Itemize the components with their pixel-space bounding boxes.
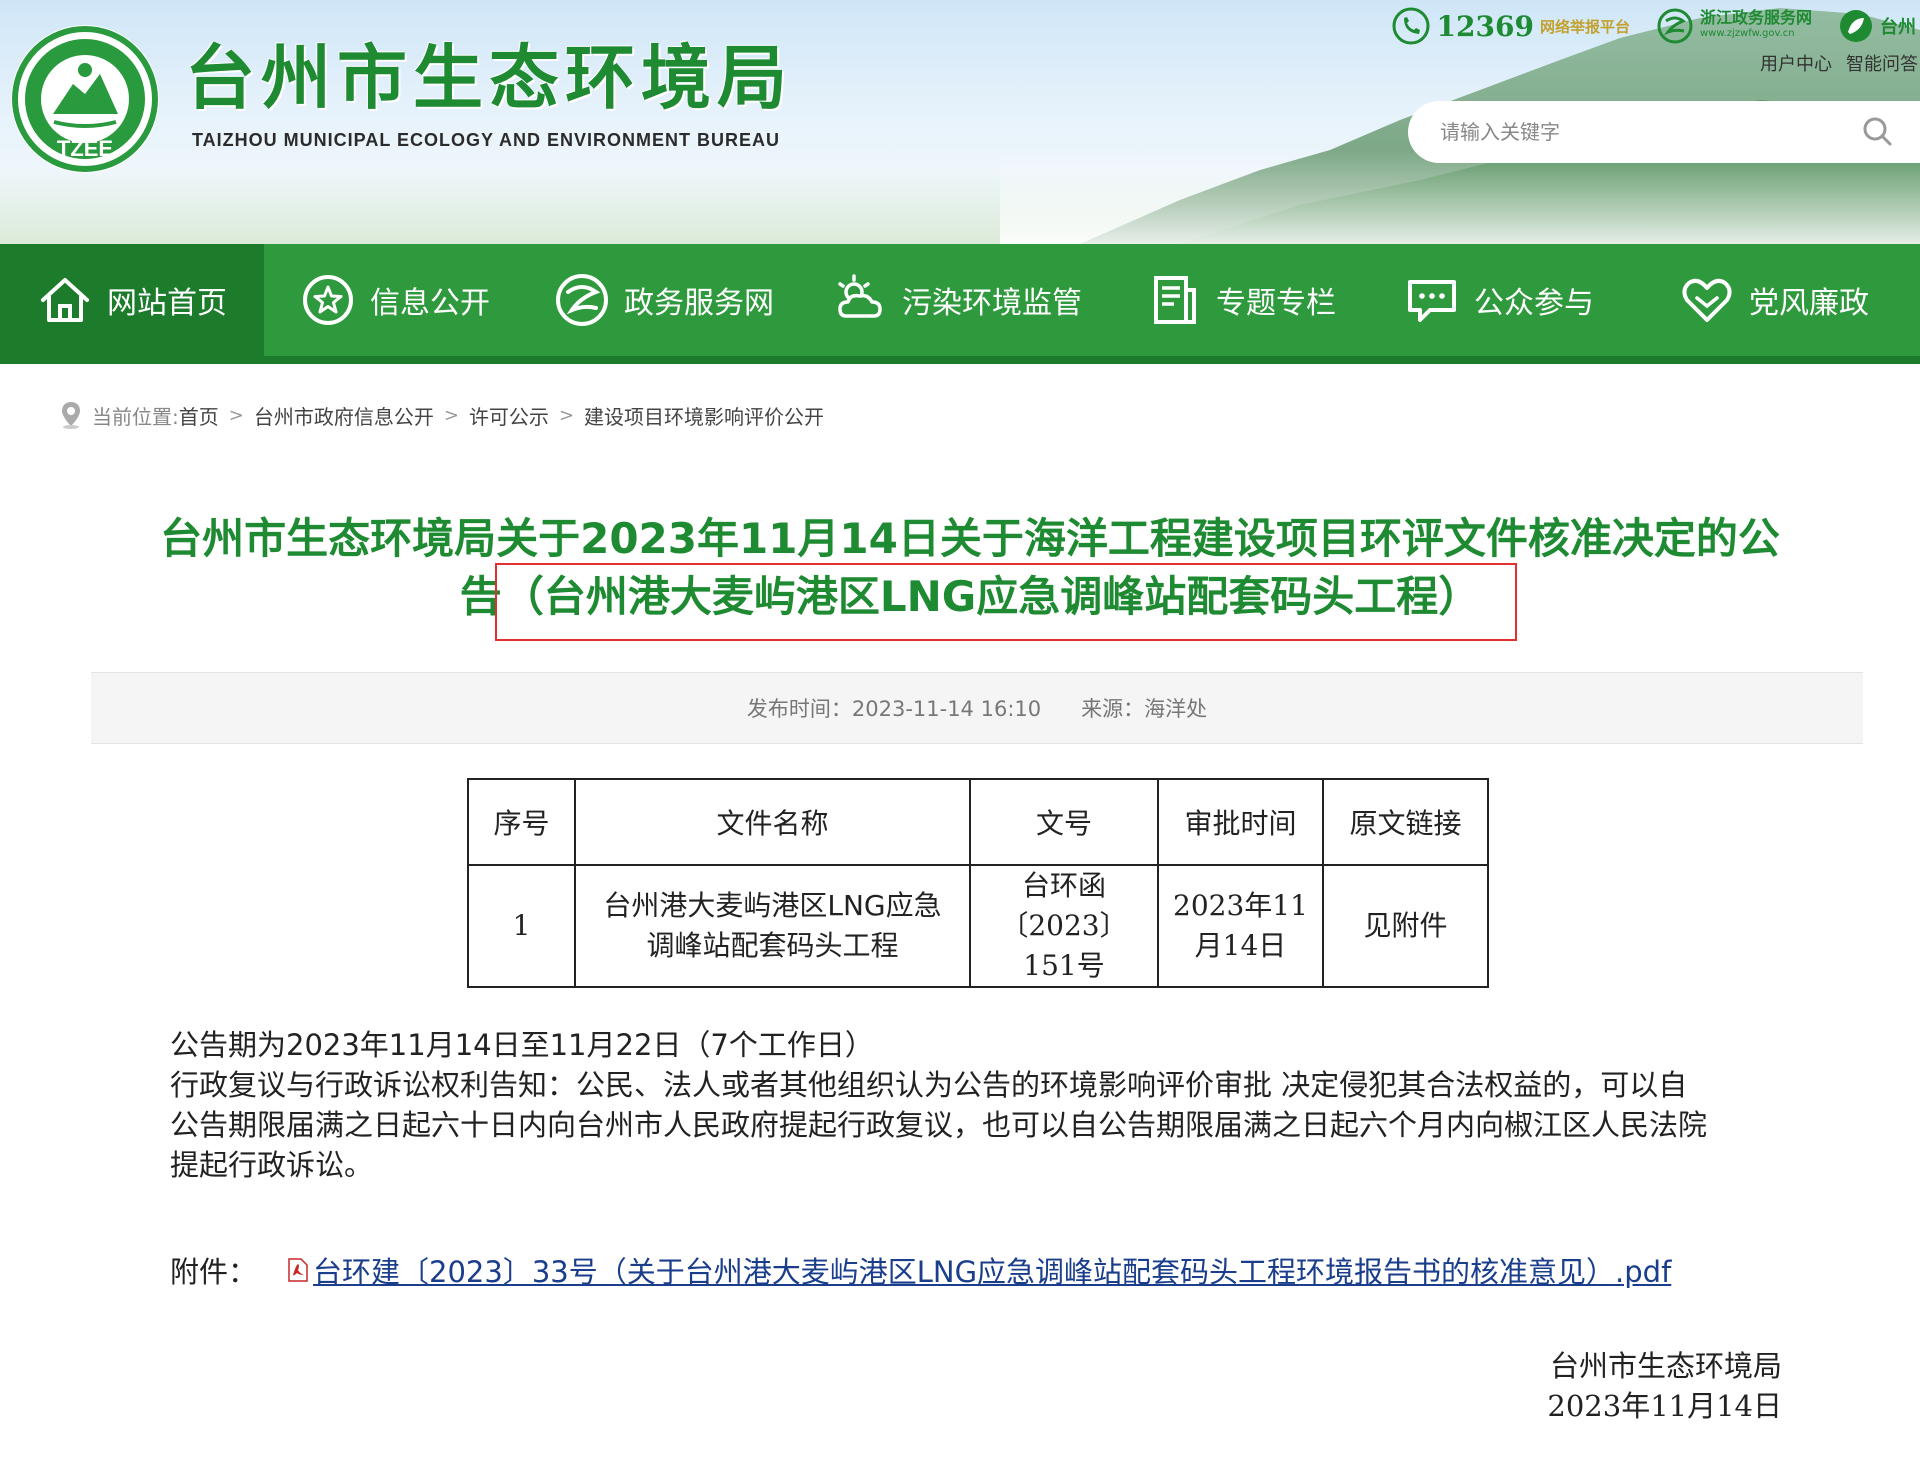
phone-icon <box>1392 7 1430 45</box>
rights-notice: 提起行政诉讼。 <box>170 1148 374 1182</box>
table-row: 1 台州港大麦屿港区LNG应急 调峰站配套码头工程 台环函 〔2023〕 151… <box>467 864 1489 988</box>
location-pin-icon <box>62 402 80 429</box>
table-header-row: 序号 文件名称 文号 审批时间 原文链接 <box>467 778 1489 866</box>
site-header: TZEE 台州市生态环境局 TAIZHOU MUNICIPAL ECOLOGY … <box>0 0 1920 244</box>
rights-notice: 行政复议与行政诉讼权利告知：公民、法人或者其他组织认为公告的环境影响评价审批 决… <box>170 1068 1688 1102</box>
cell-index: 1 <box>467 864 576 988</box>
zj-service-icon <box>1657 8 1693 44</box>
smart-qa-link[interactable]: 智能问答 <box>1846 50 1918 76</box>
cell-original-link: 见附件 <box>1322 864 1489 988</box>
user-center-link[interactable]: 用户中心 <box>1760 50 1832 76</box>
document-icon <box>1154 276 1196 324</box>
cell-file-name: 台州港大麦屿港区LNG应急 调峰站配套码头工程 <box>574 864 971 988</box>
hotline-12369-link[interactable]: 12369 网络举报平台 <box>1391 6 1630 46</box>
breadcrumb-eia-disclosure[interactable]: 建设项目环境影响评价公开 <box>584 401 824 430</box>
search-icon[interactable] <box>1860 114 1896 150</box>
taizhou-leaf-icon <box>1840 10 1872 42</box>
nav-item-home[interactable]: 网站首页 <box>0 244 264 356</box>
chat-icon <box>1408 280 1456 322</box>
notice-period: 公告期为2023年11月14日至11月22日（7个工作日） <box>170 1028 874 1062</box>
signature: 台州市生态环境局 2023年11月14日 <box>1547 1346 1782 1426</box>
top-links: 12369 网络举报平台 浙江政务服务网 www.zjzwfw.gov.cn 台… <box>1391 6 1920 46</box>
breadcrumb-label: 当前位置: <box>92 404 179 429</box>
site-title: 台州市生态环境局 <box>185 37 793 119</box>
pdf-icon <box>288 1258 308 1282</box>
taizhou-link[interactable]: 台州 <box>1838 8 1916 44</box>
nav-item-party-integrity[interactable]: 党风廉政 <box>1628 244 1920 356</box>
column-header: 文号 <box>969 778 1159 866</box>
svg-text:TZEE: TZEE <box>57 136 113 161</box>
sun-cloud-icon <box>838 274 882 318</box>
search-box <box>1408 101 1920 163</box>
breadcrumb-separator: > <box>228 404 244 426</box>
breadcrumb-separator: > <box>558 404 575 426</box>
attachment-pdf-link[interactable]: 台环建〔2023〕33号（关于台州港大麦屿港区LNG应急调峰站配套码头工程环境报… <box>313 1249 1671 1291</box>
column-header: 文件名称 <box>574 778 971 866</box>
zj-service-link[interactable]: 浙江政务服务网 www.zjzwfw.gov.cn <box>1656 7 1812 45</box>
publish-time: 发布时间：2023-11-14 16:10 <box>746 697 1042 721</box>
heart-icon <box>1682 278 1732 322</box>
breadcrumb: 当前位置: 首页 > 台州市政府信息公开 > 许可公示 > 建设项目环境影响评价… <box>58 400 824 430</box>
nav-item-special-topics[interactable]: 专题专栏 <box>1112 244 1370 356</box>
bureau-logo[interactable]: TZEE <box>8 22 162 176</box>
article-meta: 发布时间：2023-11-14 16:10 来源：海洋处 <box>91 672 1863 744</box>
breadcrumb-home[interactable]: 首页 <box>179 401 219 430</box>
signature-date: 2023年11月14日 <box>1547 1389 1782 1423</box>
attachment-label: 附件： <box>170 1255 258 1289</box>
rights-notice: 公告期限届满之日起六十日内向台州市人民政府提起行政复议，也可以自公告期限届满之日… <box>170 1108 1708 1142</box>
nav-item-pollution-supervision[interactable]: 污染环境监管 <box>802 244 1112 356</box>
column-header: 序号 <box>467 778 576 866</box>
search-input[interactable] <box>1440 120 1840 144</box>
highlight-box <box>495 563 1517 641</box>
nav-item-gov-service[interactable]: 政务服务网 <box>526 244 802 356</box>
article-body: 公告期为2023年11月14日至11月22日（7个工作日） 行政复议与行政诉讼权… <box>170 1025 1790 1185</box>
user-links: 用户中心 智能问答 <box>1760 50 1918 76</box>
source: 来源：海洋处 <box>1081 697 1208 721</box>
main-nav: 网站首页 信息公开 政务服务网 污染环境监管 专题专栏 公众参与 党风廉政 <box>0 244 1920 364</box>
signature-org: 台州市生态环境局 <box>1549 1349 1782 1383</box>
zj-service-icon <box>556 274 608 326</box>
attachment: 附件： 台环建〔2023〕33号（关于台州港大麦屿港区LNG应急调峰站配套码头工… <box>170 1249 1671 1291</box>
star-circle-icon <box>303 275 353 325</box>
breadcrumb-gov-info[interactable]: 台州市政府信息公开 <box>254 401 434 430</box>
site-subtitle: TAIZHOU MUNICIPAL ECOLOGY AND ENVIRONMEN… <box>192 130 781 150</box>
breadcrumb-permit-notice[interactable]: 许可公示 <box>469 401 549 430</box>
column-header: 审批时间 <box>1157 778 1324 866</box>
nav-item-public-participation[interactable]: 公众参与 <box>1370 244 1628 356</box>
column-header: 原文链接 <box>1322 778 1489 866</box>
breadcrumb-separator: > <box>443 404 459 426</box>
article-title-line1: 台州市生态环境局关于2023年11月14日关于海洋工程建设项目环评文件核准决定的… <box>160 514 1780 563</box>
approval-table: 序号 文件名称 文号 审批时间 原文链接 1 台州港大麦屿港区LNG应急 调峰站… <box>467 778 1489 988</box>
cell-doc-number: 台环函 〔2023〕 151号 <box>969 864 1159 988</box>
cell-approval-date: 2023年11 月14日 <box>1157 864 1324 988</box>
nav-item-info-disclosure[interactable]: 信息公开 <box>264 244 526 356</box>
home-icon <box>41 278 89 322</box>
